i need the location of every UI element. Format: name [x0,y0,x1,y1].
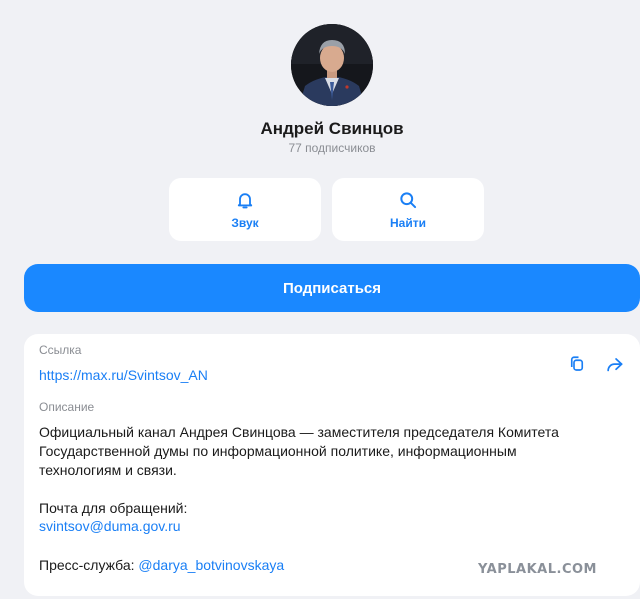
watermark: YAPLAKAL.COM [478,562,597,577]
description-line: технологиям и связи. [39,462,177,478]
press-handle-link[interactable]: @darya_botvinovskaya [138,557,284,573]
press-row: Пресс-служба: @darya_botvinovskaya [39,556,284,575]
share-icon[interactable] [603,353,625,375]
channel-info-card: Ссылка https://max.ru/Svintsov_AN Описан… [24,334,640,596]
sound-button-label: Звук [231,216,259,230]
copy-icon[interactable] [566,353,588,375]
press-label: Пресс-служба: [39,557,135,573]
bell-icon [235,189,255,211]
channel-link[interactable]: https://max.ru/Svintsov_AN [39,367,208,383]
sound-button[interactable]: Звук [169,178,321,241]
channel-avatar[interactable] [291,24,373,106]
subscriber-count: 77 подписчиков [288,141,376,155]
search-button[interactable]: Найти [332,178,484,241]
description-line: Государственной думы по информационной п… [39,443,517,459]
channel-name: Андрей Свинцов [260,119,404,138]
description-label: Описание [39,400,95,414]
search-icon [398,189,418,211]
mail-label: Почта для обращений: [39,500,188,516]
description-line: Официальный канал Андрея Свинцова — заме… [39,424,559,440]
mail-link[interactable]: svintsov@duma.gov.ru [39,518,181,534]
subscribe-button[interactable]: Подписаться [24,264,640,312]
link-label: Ссылка [39,343,82,357]
description-text: Официальный канал Андрея Свинцова — заме… [39,423,559,480]
search-button-label: Найти [390,216,426,230]
